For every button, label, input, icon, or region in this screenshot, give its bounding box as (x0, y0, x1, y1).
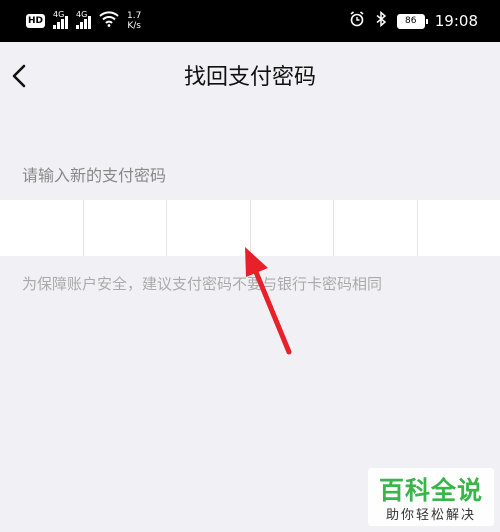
network-speed: 1.7 K/s (127, 11, 141, 31)
watermark-subtitle: 助你轻松解决 (385, 508, 476, 523)
pin-digit-box[interactable] (83, 200, 167, 256)
pin-digit-box[interactable] (417, 200, 500, 256)
watermark-logo: 百科全说 助你轻松解决 (368, 468, 494, 526)
pin-digit-box[interactable] (0, 200, 84, 256)
new-password-prompt: 请输入新的支付密码 (22, 166, 167, 185)
status-bar-left: HD 4G 4G 1.7 K/s (26, 8, 141, 34)
wifi-icon (99, 11, 119, 31)
pin-input[interactable] (0, 200, 500, 256)
signal-icon: 4G (53, 10, 69, 29)
header: 找回支付密码 (0, 42, 500, 112)
network-type-label: 4G (76, 10, 88, 19)
alarm-icon (349, 11, 365, 31)
pin-digit-box[interactable] (250, 200, 334, 256)
pin-digit-box[interactable] (167, 200, 251, 256)
page-title: 找回支付密码 (183, 65, 316, 90)
bluetooth-icon (375, 10, 387, 31)
network-speed-unit: K/s (127, 21, 141, 31)
pin-digit-box[interactable] (334, 200, 418, 256)
network-type-label: 4G (53, 10, 65, 19)
watermark-title: 百科全说 (378, 476, 483, 505)
security-hint: 为保障账户安全，建议支付密码不要与银行卡密码相同 (22, 275, 383, 293)
battery-level: 86 (405, 16, 417, 26)
status-time: 19:08 (434, 12, 478, 30)
hd-badge: HD (26, 14, 46, 28)
signal-icon: 4G (76, 10, 92, 29)
battery-icon: 86 (396, 13, 428, 29)
status-bar: HD 4G 4G 1.7 K/s 86 19:08 (0, 0, 500, 42)
network-speed-value: 1.7 (127, 11, 142, 21)
status-bar-right: 86 19:08 (349, 8, 478, 34)
